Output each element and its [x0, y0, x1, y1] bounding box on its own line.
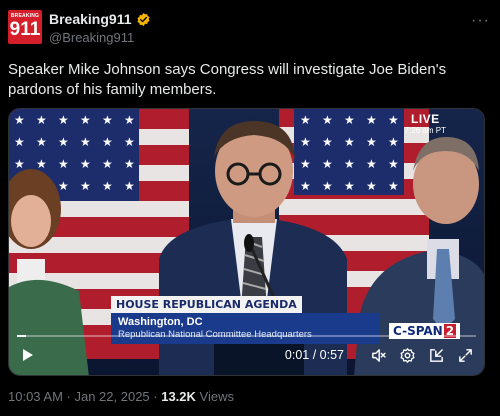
display-name[interactable]: Breaking911 — [49, 11, 132, 27]
lower-third-title: HOUSE REPUBLICAN AGENDA — [111, 296, 302, 313]
views-label: Views — [195, 389, 234, 404]
progress-bar[interactable] — [17, 335, 476, 337]
author-names: Breaking911 @Breaking911 — [49, 10, 151, 45]
fullscreen-icon[interactable] — [457, 347, 474, 364]
tweet-text: Speaker Mike Johnson says Congress will … — [8, 61, 447, 98]
controls-row: 0:01 / 0:57 — [19, 344, 474, 366]
handle[interactable]: @Breaking911 — [49, 30, 151, 45]
views-count: 13.2K — [161, 389, 196, 404]
live-badge: LIVE 7:26 am PT — [405, 112, 446, 135]
video-controls: 0:01 / 0:57 — [9, 321, 484, 375]
picture-in-picture-icon[interactable] — [428, 347, 445, 364]
settings-icon[interactable] — [399, 347, 416, 364]
verified-badge-icon — [136, 12, 150, 26]
live-time: 7:26 am PT — [404, 126, 446, 135]
timestamp[interactable]: 10:03 AM · Jan 22, 2025 · — [8, 389, 161, 404]
avatar[interactable]: BREAKING 911 — [8, 10, 42, 44]
tweet-header: BREAKING 911 Breaking911 @Breaking911 ··… — [8, 10, 492, 50]
name-row: Breaking911 — [49, 10, 151, 28]
mute-icon[interactable] — [370, 347, 387, 364]
avatar-main-text: 911 — [9, 19, 41, 40]
play-icon[interactable] — [19, 347, 35, 363]
tweet-footer: 10:03 AM · Jan 22, 2025 · 13.2K Views — [8, 389, 234, 404]
more-options-icon[interactable]: ··· — [471, 12, 490, 30]
tweet-card: BREAKING 911 Breaking911 @Breaking911 ··… — [0, 0, 500, 416]
video-player[interactable]: ★ — [8, 108, 485, 376]
time-readout: 0:01 / 0:57 — [284, 348, 344, 362]
progress-fill — [17, 335, 27, 337]
live-label: LIVE — [410, 112, 440, 126]
